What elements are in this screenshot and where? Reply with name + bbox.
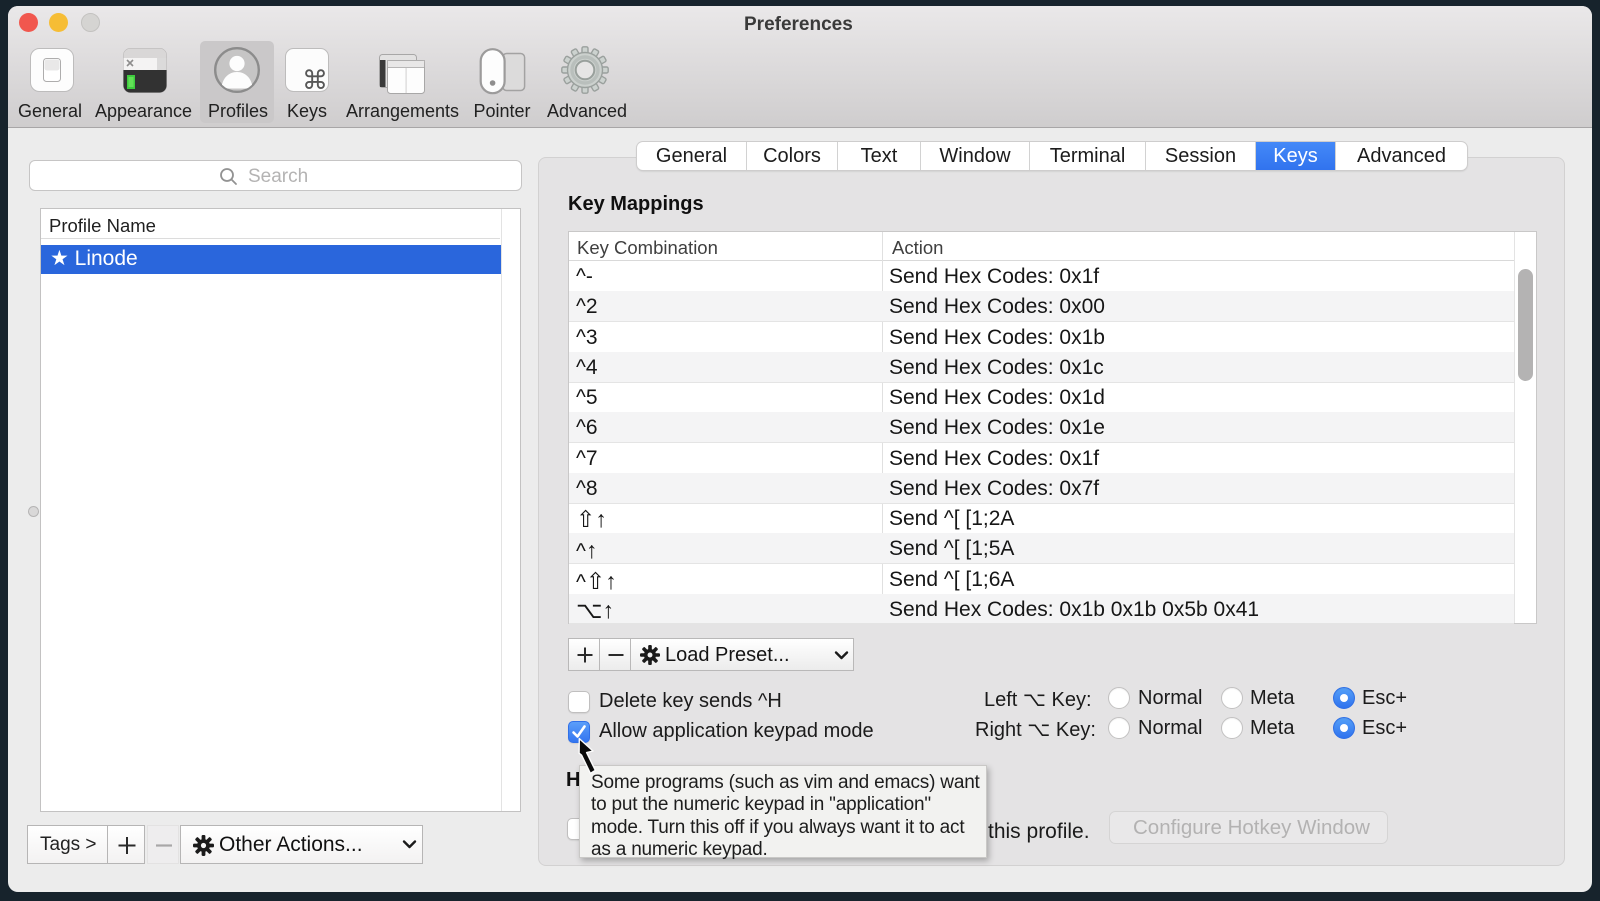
svg-text:⌘: ⌘ [302,65,328,92]
